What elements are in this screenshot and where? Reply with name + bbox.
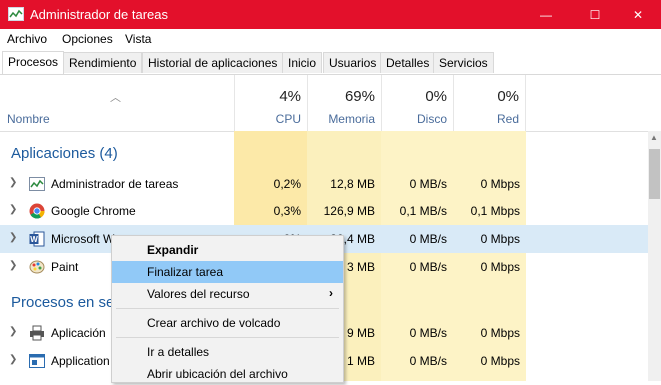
memory-label: Memoria	[328, 112, 375, 126]
row-network: 0 Mbps	[480, 326, 520, 340]
tab-inicio[interactable]: Inicio	[282, 52, 323, 73]
row-cpu: 0,3%	[273, 204, 301, 218]
row-memory: 12,8 MB	[330, 177, 375, 191]
menu-vista[interactable]: Vista	[125, 32, 151, 46]
row-cpu: 0,2%	[273, 177, 301, 191]
menu-separator	[116, 308, 339, 309]
menu-item-label: Valores del recurso	[147, 287, 250, 301]
menu-item-label: Ir a detalles	[147, 345, 210, 359]
svg-text:W: W	[30, 235, 38, 244]
minimize-button[interactable]: —	[523, 0, 569, 29]
column-header: ︿ Nombre 4% CPU 69% Memoria 0% Disco 0% …	[0, 75, 648, 132]
row-name: Application	[51, 354, 110, 368]
sort-arrow-icon: ︿	[110, 92, 121, 104]
table-row[interactable]: ❯ Google Chrome 0,3% 126,9 MB 0,1 MB/s 0…	[0, 197, 648, 225]
tab-strip: Procesos Rendimiento Historial de aplica…	[0, 51, 661, 75]
column-cpu[interactable]: 4% CPU	[234, 75, 307, 131]
menu-item-valores-recurso[interactable]: Valores del recurso ›	[112, 283, 343, 305]
menu-item-crear-volcado[interactable]: Crear archivo de volcado	[112, 312, 343, 334]
paint-icon	[29, 260, 45, 274]
maximize-icon: ☐	[589, 7, 601, 22]
close-button[interactable]: ✕	[615, 0, 661, 29]
tab-servicios[interactable]: Servicios	[433, 52, 494, 73]
chevron-right-icon[interactable]: ❯	[9, 232, 17, 243]
task-manager-icon	[8, 7, 24, 21]
scrollbar-thumb[interactable]	[649, 149, 660, 199]
vertical-scrollbar[interactable]: ▲	[648, 131, 661, 381]
cpu-percent: 4%	[279, 88, 301, 105]
tab-rendimiento[interactable]: Rendimiento	[63, 52, 143, 73]
menu-item-ir-a-detalles[interactable]: Ir a detalles	[112, 341, 343, 363]
menu-item-abrir-ubicacion[interactable]: Abrir ubicación del archivo	[112, 363, 343, 385]
chevron-right-icon[interactable]: ❯	[9, 177, 17, 188]
maximize-button[interactable]: ☐	[572, 0, 618, 29]
scroll-up-icon[interactable]: ▲	[650, 133, 658, 142]
network-label: Red	[496, 112, 519, 126]
menu-opciones[interactable]: Opciones	[62, 32, 113, 46]
menu-item-expandir[interactable]: Expandir	[112, 239, 343, 261]
menu-item-label: Abrir ubicación del archivo	[147, 367, 288, 381]
section-apps: Aplicaciones (4)	[11, 145, 118, 162]
disk-label: Disco	[416, 112, 447, 126]
menu-item-label: Crear archivo de volcado	[147, 316, 281, 330]
row-network: 0 Mbps	[480, 232, 520, 246]
row-name: Google Chrome	[51, 204, 136, 218]
window-title: Administrador de tareas	[30, 7, 169, 22]
row-network: 0 Mbps	[480, 260, 520, 274]
row-name: Paint	[51, 260, 79, 274]
menu-item-label: Finalizar tarea	[147, 265, 224, 279]
minimize-icon: —	[540, 7, 552, 22]
chevron-right-icon[interactable]: ❯	[9, 204, 17, 215]
column-memory[interactable]: 69% Memoria	[307, 75, 381, 131]
menu-archivo[interactable]: Archivo	[7, 32, 47, 46]
tab-historial[interactable]: Historial de aplicaciones	[142, 52, 284, 73]
row-disk: 0 MB/s	[409, 326, 447, 340]
tab-detalles[interactable]: Detalles	[380, 52, 436, 73]
column-disk[interactable]: 0% Disco	[381, 75, 453, 131]
chevron-right-icon[interactable]: ❯	[9, 260, 17, 271]
row-disk: 0,1 MB/s	[399, 204, 447, 218]
row-name: Microsoft W	[51, 232, 115, 246]
context-menu: Expandir Finalizar tarea Valores del rec…	[111, 235, 344, 383]
submenu-arrow-icon: ›	[329, 286, 333, 300]
title-bar: Administrador de tareas — ☐ ✕	[0, 0, 661, 29]
network-percent: 0%	[497, 88, 519, 105]
chevron-right-icon[interactable]: ❯	[9, 326, 17, 337]
row-disk: 0 MB/s	[409, 354, 447, 368]
chrome-icon	[29, 203, 45, 219]
close-icon: ✕	[632, 7, 644, 22]
row-network: 0 Mbps	[480, 354, 520, 368]
word-icon: W	[29, 231, 45, 247]
row-memory: 126,9 MB	[323, 204, 375, 218]
table-row[interactable]: ❯ Administrador de tareas 0,2% 12,8 MB 0…	[0, 170, 648, 198]
menu-separator	[116, 337, 339, 338]
menu-bar: Archivo Opciones Vista	[0, 29, 661, 49]
row-network: 0 Mbps	[480, 177, 520, 191]
printer-icon	[30, 325, 44, 341]
column-network[interactable]: 0% Red	[453, 75, 526, 131]
row-name: Administrador de tareas	[51, 177, 179, 191]
tab-procesos[interactable]: Procesos	[2, 51, 65, 74]
row-network: 0,1 Mbps	[470, 204, 520, 218]
memory-percent: 69%	[344, 88, 375, 105]
row-disk: 0 MB/s	[409, 260, 447, 274]
tab-usuarios[interactable]: Usuarios	[323, 52, 383, 73]
cpu-label: CPU	[275, 112, 301, 126]
row-disk: 0 MB/s	[409, 232, 447, 246]
app-window-icon	[29, 354, 45, 368]
menu-item-label: Expandir	[147, 243, 199, 257]
disk-percent: 0%	[425, 88, 447, 105]
menu-item-finalizar-tarea[interactable]: Finalizar tarea	[112, 261, 343, 283]
section-background: Procesos en se	[11, 294, 115, 311]
column-name[interactable]: Nombre	[7, 112, 50, 126]
row-disk: 0 MB/s	[409, 177, 447, 191]
chevron-right-icon[interactable]: ❯	[9, 354, 17, 365]
row-name: Aplicación	[51, 326, 106, 340]
task-manager-icon	[29, 177, 45, 191]
